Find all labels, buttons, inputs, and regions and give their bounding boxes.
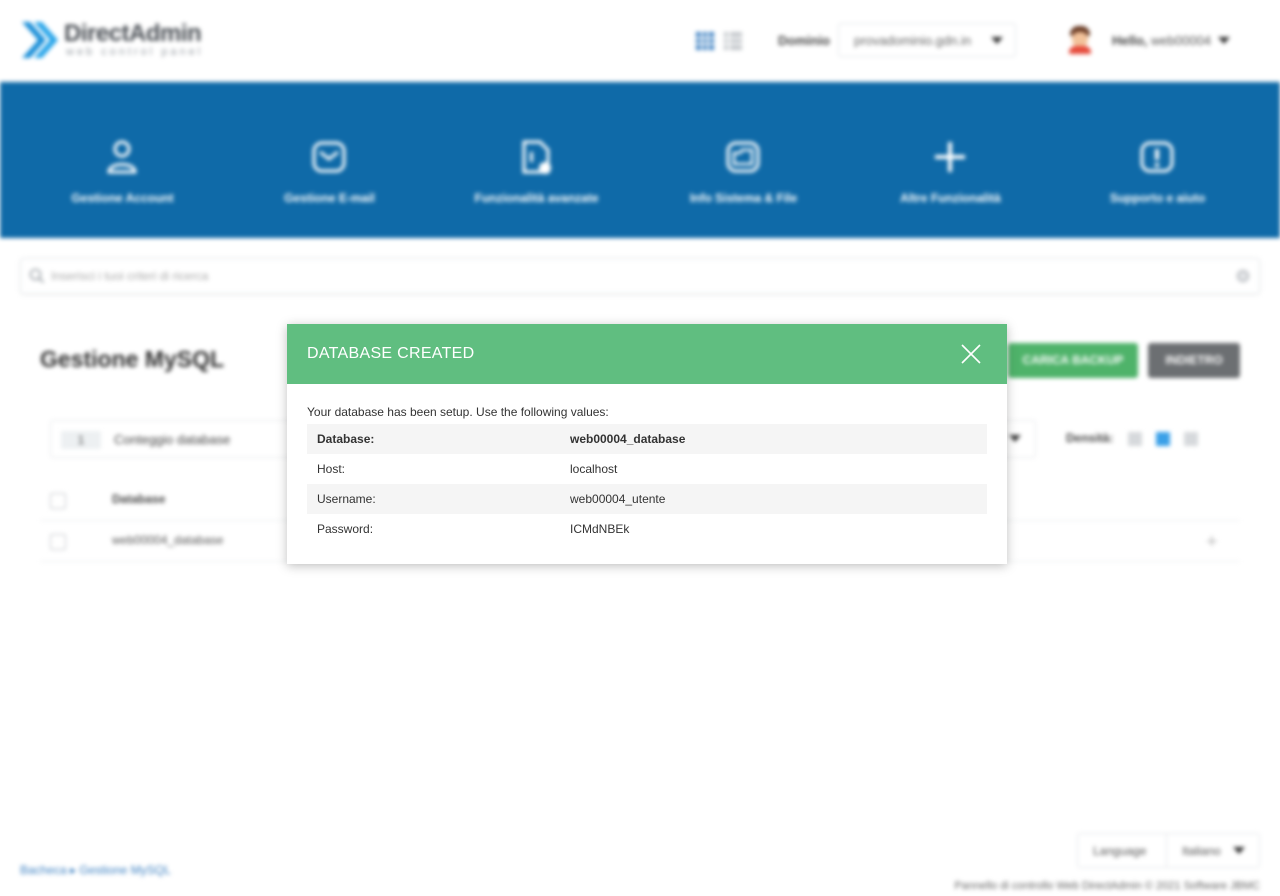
list-item: Username: web00004_utente <box>307 484 987 514</box>
list-item: Host: localhost <box>307 454 987 484</box>
dialog-body: Your database has been setup. Use the fo… <box>307 404 987 544</box>
field-label: Host: <box>317 462 346 476</box>
list-item: Database: web00004_database <box>307 424 987 454</box>
close-button[interactable] <box>959 342 983 366</box>
field-value: localhost <box>570 462 618 476</box>
field-label: Database: <box>317 432 375 446</box>
dialog-header: DATABASE CREATED <box>287 324 1007 384</box>
dialog-title: DATABASE CREATED <box>307 345 475 362</box>
close-icon <box>961 344 981 364</box>
field-value: web00004_utente <box>570 492 666 506</box>
field-value: web00004_database <box>570 432 686 446</box>
field-label: Password: <box>317 522 374 536</box>
list-item: Password: ICMdNBEk <box>307 514 987 544</box>
database-created-dialog: DATABASE CREATED Your database has been … <box>287 324 1007 564</box>
dialog-intro: Your database has been setup. Use the fo… <box>307 405 609 419</box>
field-label: Username: <box>317 492 376 506</box>
field-value: ICMdNBEk <box>570 522 630 536</box>
